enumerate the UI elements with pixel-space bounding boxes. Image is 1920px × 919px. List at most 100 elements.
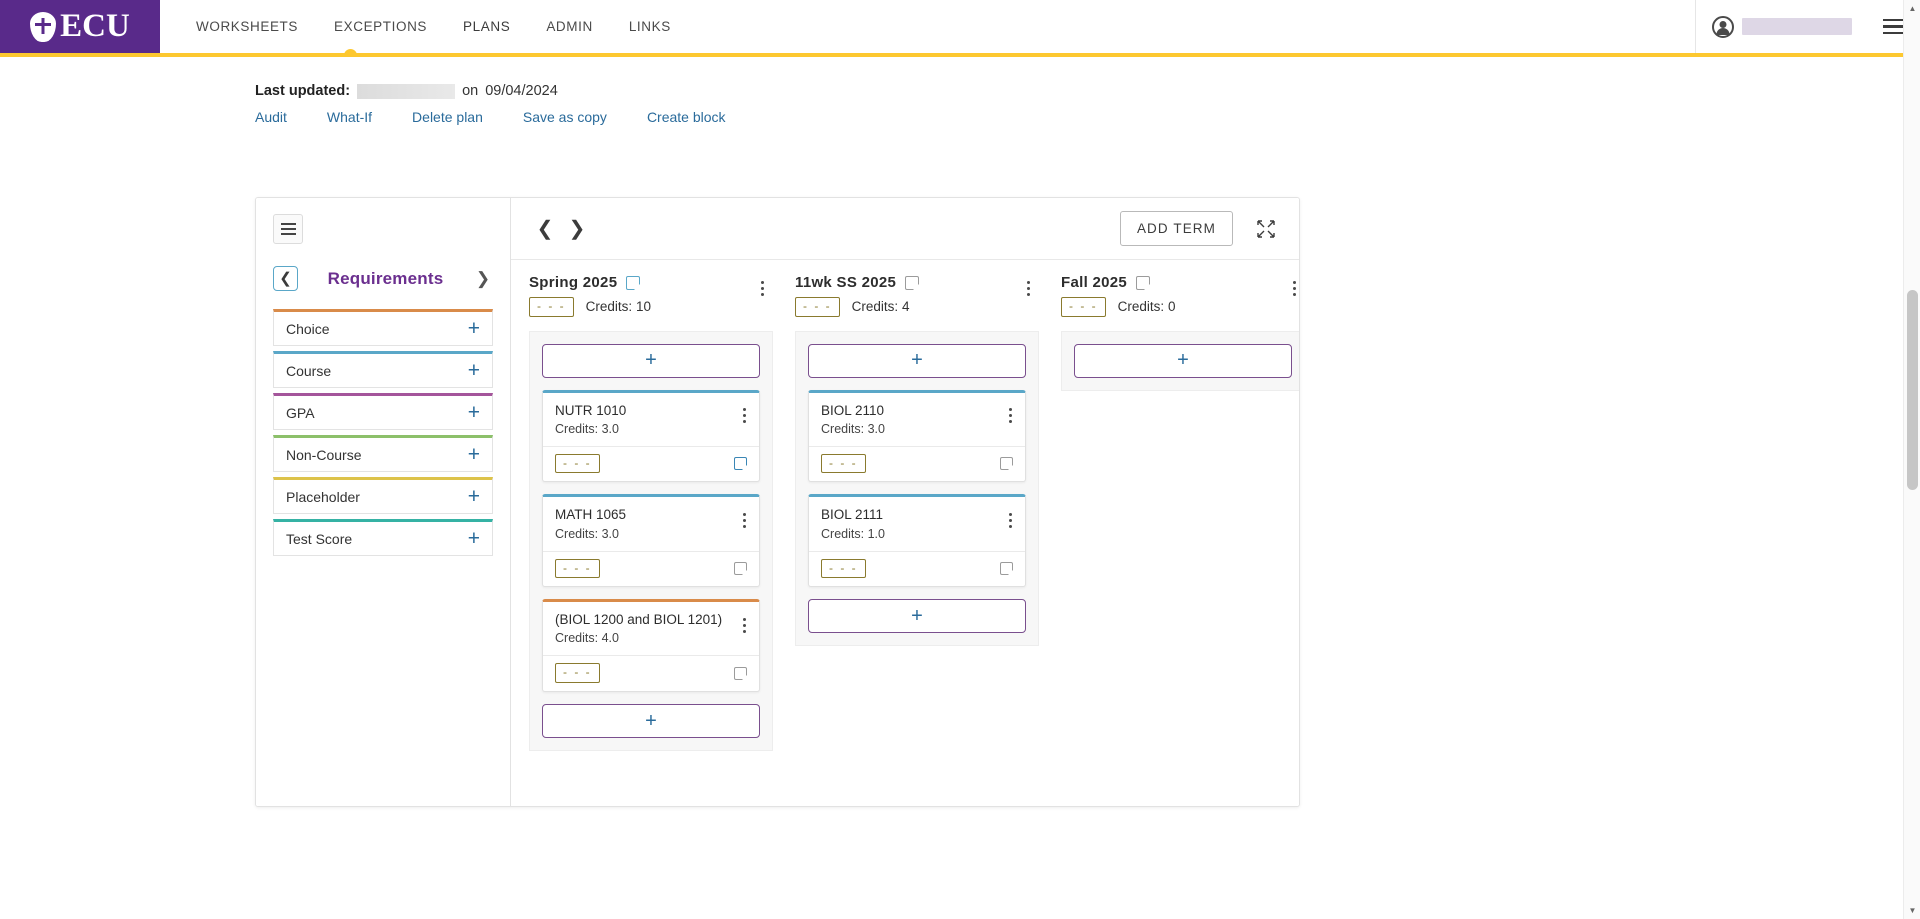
- term-column-spring-2025: Spring 2025 - - - Credits: 10 + NUTR 101…: [529, 274, 773, 752]
- save-as-copy-link[interactable]: Save as copy: [523, 109, 647, 125]
- course-grade-box[interactable]: - - -: [555, 453, 600, 474]
- requirement-item-placeholder[interactable]: Placeholder +: [273, 477, 493, 514]
- page-content: Last updated: on 09/04/2024 Audit What-I…: [0, 57, 1920, 919]
- scroll-down-icon[interactable]: ▼: [1904, 902, 1920, 919]
- course-credits-value: 3.0: [601, 526, 619, 541]
- chevron-right-icon[interactable]: ❯: [473, 269, 493, 289]
- course-credits-value: 3.0: [867, 421, 885, 436]
- more-options-icon[interactable]: [1283, 274, 1299, 302]
- user-avatar-icon: [1712, 15, 1734, 38]
- create-block-link[interactable]: Create block: [647, 109, 766, 125]
- add-course-top-button[interactable]: +: [1074, 343, 1292, 378]
- term-course-list: +: [1061, 330, 1299, 391]
- audit-link[interactable]: Audit: [255, 109, 327, 125]
- more-options-icon[interactable]: [1017, 274, 1039, 302]
- course-credits: Credits: 4.0: [555, 631, 733, 645]
- delete-plan-link[interactable]: Delete plan: [412, 109, 523, 125]
- more-options-icon[interactable]: [733, 506, 755, 534]
- course-code: MATH 1065: [555, 507, 627, 523]
- term-credits-value: 4: [901, 299, 910, 315]
- add-course-top-button[interactable]: +: [542, 343, 760, 378]
- course-code: BIOL 2110: [821, 402, 885, 418]
- more-options-icon[interactable]: [999, 402, 1021, 430]
- last-updated-on-word: on: [462, 83, 479, 99]
- add-term-button[interactable]: ADD TERM: [1119, 211, 1233, 246]
- what-if-link[interactable]: What-If: [327, 109, 412, 125]
- add-course-bottom-button[interactable]: +: [808, 599, 1026, 634]
- requirements-header: ❮ Requirements ❯: [273, 266, 493, 291]
- course-credits-label: Credits:: [821, 526, 865, 541]
- term-grade-box[interactable]: - - -: [1061, 297, 1106, 317]
- requirements-sidebar: ❮ Requirements ❯ Choice + Course + GPA +: [256, 198, 511, 806]
- requirement-item-course[interactable]: Course +: [273, 351, 493, 388]
- add-requirement-icon[interactable]: +: [468, 402, 480, 423]
- term-grade-box[interactable]: - - -: [529, 297, 574, 317]
- expand-collapse-icon[interactable]: [1253, 216, 1279, 242]
- more-options-icon[interactable]: [733, 402, 755, 430]
- term-note-icon[interactable]: [905, 275, 920, 290]
- requirement-label: Non-Course: [286, 446, 362, 463]
- term-credits-value: 10: [635, 299, 651, 315]
- ecu-logo[interactable]: ECU: [0, 0, 160, 53]
- course-note-icon[interactable]: [1000, 457, 1013, 471]
- course-credits: Credits: 3.0: [555, 527, 733, 541]
- requirement-label: Placeholder: [286, 488, 360, 505]
- requirement-item-non-course[interactable]: Non-Course +: [273, 435, 493, 472]
- chevron-left-icon[interactable]: ❮: [529, 213, 561, 245]
- nav-item-links[interactable]: LINKS: [611, 0, 689, 53]
- user-account-button[interactable]: [1712, 15, 1870, 38]
- add-requirement-icon[interactable]: +: [468, 486, 480, 507]
- add-requirement-icon[interactable]: +: [468, 318, 480, 339]
- course-credits-label: Credits:: [555, 526, 599, 541]
- nav-item-admin[interactable]: ADMIN: [528, 0, 611, 53]
- more-options-icon[interactable]: [733, 611, 755, 639]
- course-grade-box[interactable]: - - -: [821, 558, 866, 579]
- term-credits-label: Credits:: [585, 299, 633, 315]
- course-code: (BIOL 1200 and BIOL 1201): [555, 612, 723, 628]
- course-credits-value: 3.0: [601, 421, 619, 436]
- nav-right-cluster: [1695, 0, 1920, 53]
- course-card[interactable]: MATH 1065 Credits: 3.0 - - -: [542, 494, 760, 588]
- course-card[interactable]: (BIOL 1200 and BIOL 1201) Credits: 4.0 -…: [542, 599, 760, 693]
- term-note-icon[interactable]: [626, 275, 641, 290]
- add-course-bottom-button[interactable]: +: [542, 704, 760, 739]
- user-name-redacted: [1742, 18, 1852, 35]
- requirement-item-choice[interactable]: Choice +: [273, 309, 493, 346]
- scrollbar-thumb[interactable]: [1907, 290, 1918, 490]
- course-card[interactable]: BIOL 2111 Credits: 1.0 - - -: [808, 494, 1026, 588]
- scroll-up-icon[interactable]: ▲: [1904, 0, 1920, 17]
- page-scrollbar[interactable]: ▲ ▼: [1903, 0, 1920, 919]
- course-note-icon[interactable]: [734, 666, 747, 680]
- chevron-left-icon[interactable]: ❮: [273, 266, 298, 291]
- nav-item-plans[interactable]: PLANS: [445, 0, 528, 53]
- course-grade-box[interactable]: - - -: [821, 453, 866, 474]
- last-updated-user-redacted: [357, 83, 456, 99]
- nav-item-worksheets[interactable]: WORKSHEETS: [178, 0, 316, 53]
- list-menu-icon[interactable]: [273, 214, 303, 244]
- more-options-icon[interactable]: [999, 506, 1021, 534]
- course-grade-box[interactable]: - - -: [555, 663, 600, 684]
- course-card[interactable]: NUTR 1010 Credits: 3.0 - - -: [542, 389, 760, 483]
- add-requirement-icon[interactable]: +: [468, 360, 480, 381]
- term-grade-box[interactable]: - - -: [795, 297, 840, 317]
- course-grade-box[interactable]: - - -: [555, 558, 600, 579]
- chevron-right-icon[interactable]: ❯: [561, 213, 593, 245]
- course-credits-label: Credits:: [821, 421, 865, 436]
- more-options-icon[interactable]: [751, 274, 773, 302]
- add-requirement-icon[interactable]: +: [468, 444, 480, 465]
- add-requirement-icon[interactable]: +: [468, 528, 480, 549]
- planner-panel: ❮ Requirements ❯ Choice + Course + GPA +: [255, 197, 1300, 807]
- requirements-list: Choice + Course + GPA + Non-Course + Pla…: [273, 309, 493, 556]
- requirement-label: Test Score: [286, 530, 353, 547]
- nav-item-exceptions[interactable]: EXCEPTIONS: [316, 0, 445, 53]
- course-note-icon[interactable]: [734, 457, 747, 471]
- course-card[interactable]: BIOL 2110 Credits: 3.0 - - -: [808, 389, 1026, 483]
- term-credits: Credits: 4: [852, 299, 910, 314]
- course-note-icon[interactable]: [1000, 561, 1013, 575]
- plan-action-links: Audit What-If Delete plan Save as copy C…: [0, 99, 1920, 125]
- requirement-item-test-score[interactable]: Test Score +: [273, 519, 493, 556]
- requirement-item-gpa[interactable]: GPA +: [273, 393, 493, 430]
- term-note-icon[interactable]: [1136, 275, 1151, 290]
- add-course-top-button[interactable]: +: [808, 343, 1026, 378]
- course-note-icon[interactable]: [734, 561, 747, 575]
